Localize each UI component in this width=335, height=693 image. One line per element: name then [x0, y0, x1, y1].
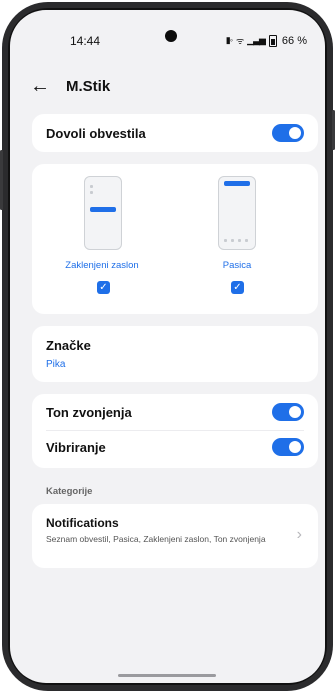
preview-dot	[245, 239, 248, 242]
vibration-toggle[interactable]	[272, 438, 304, 456]
ringtone-toggle[interactable]	[272, 403, 304, 421]
allow-notifications-label: Dovoli obvestila	[46, 126, 146, 141]
allow-notifications-toggle[interactable]	[272, 124, 304, 142]
preview-dot	[90, 185, 93, 188]
banner-preview[interactable]	[218, 176, 256, 250]
banner-label: Pasica	[222, 260, 252, 271]
sound-card: Ton zvonjenja Vibriranje	[32, 394, 318, 468]
status-icons: ▮◦ ᯤ ▁▃▅ 66 %	[226, 34, 307, 47]
back-arrow-icon[interactable]: ←	[30, 74, 50, 98]
side-button	[0, 150, 3, 210]
ringtone-label: Ton zvonjenja	[46, 405, 132, 420]
lock-screen-checkbox[interactable]: ✓	[97, 281, 110, 294]
categories-header: Kategorije	[46, 486, 93, 497]
category-title: Notifications	[46, 516, 119, 530]
vibration-label: Vibriranje	[46, 440, 106, 455]
home-indicator[interactable]	[118, 674, 216, 677]
chevron-right-icon: ›	[296, 526, 302, 543]
allow-notifications-card[interactable]: Dovoli obvestila	[32, 114, 318, 152]
badges-label: Značke	[46, 338, 91, 353]
wifi-signal-icon: ᯤ	[235, 36, 244, 46]
preview-dot	[224, 239, 227, 242]
preview-dot	[238, 239, 241, 242]
page-title: M.Stik	[66, 78, 111, 95]
vibrate-icon: ▮◦	[225, 35, 233, 45]
screen: 14:44 ▮◦ ᯤ ▁▃▅ 66 % ← M.Stik Dovoli obve…	[10, 10, 325, 683]
status-time: 14:44	[70, 34, 101, 48]
preview-dot	[90, 191, 93, 194]
banner-checkbox[interactable]: ✓	[231, 281, 244, 294]
preview-banner	[224, 181, 250, 186]
notification-style-card: Zaklenjeni zaslon Pasica ✓ ✓	[32, 164, 318, 314]
preview-banner	[90, 207, 116, 212]
cell-signal-icon: ▁▃▅	[247, 35, 266, 45]
battery-icon	[268, 34, 277, 47]
top-app-bar: ← M.Stik	[10, 72, 325, 104]
badges-card[interactable]: Značke Pika	[32, 326, 318, 382]
lock-screen-label: Zaklenjeni zaslon	[65, 260, 139, 271]
badges-value: Pika	[46, 359, 66, 370]
category-subtitle: Seznam obvestil, Pasica, Zaklenjeni zasl…	[46, 534, 266, 544]
divider	[46, 430, 304, 431]
front-camera	[165, 30, 177, 42]
battery-level: 66 %	[281, 34, 307, 47]
preview-dot	[231, 239, 234, 242]
status-bar: 14:44 ▮◦ ᯤ ▁▃▅ 66 %	[10, 10, 325, 52]
lock-screen-preview[interactable]	[84, 176, 122, 250]
category-item[interactable]: Notifications Seznam obvestil, Pasica, Z…	[32, 504, 318, 568]
